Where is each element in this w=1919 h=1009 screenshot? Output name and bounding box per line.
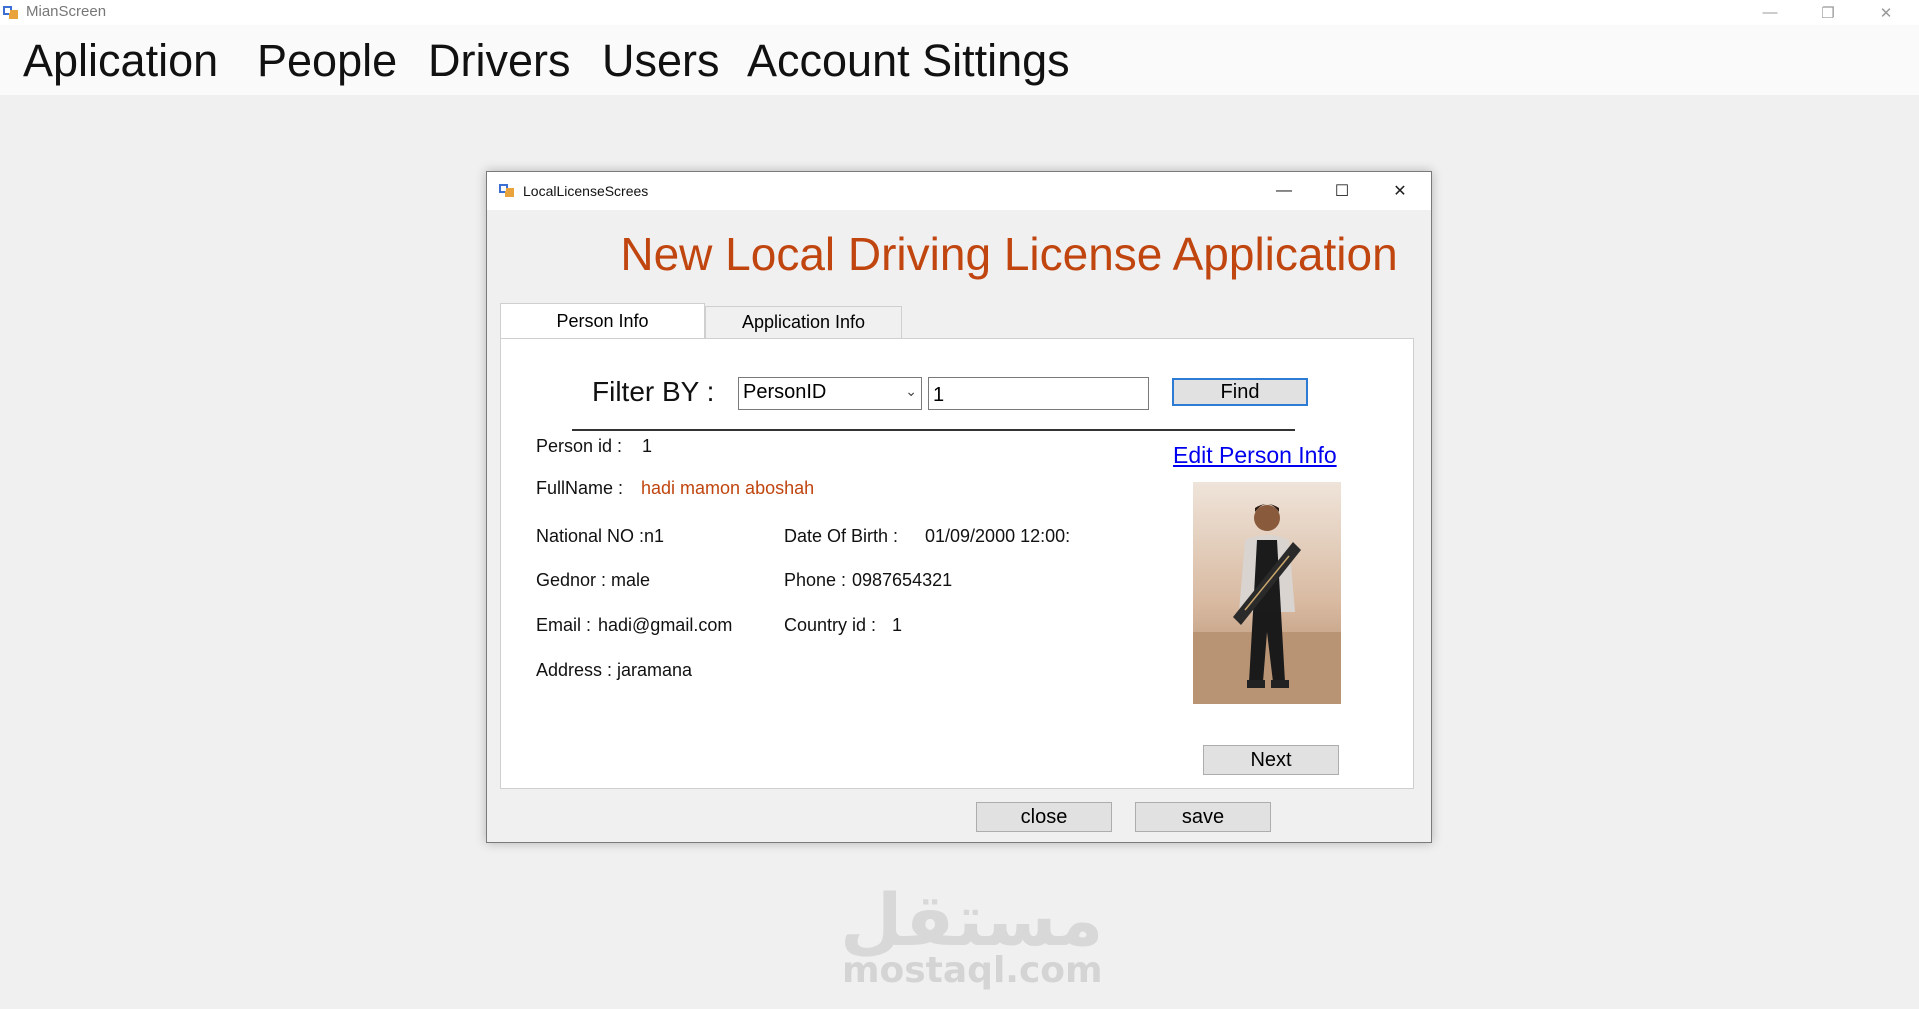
save-button[interactable]: save <box>1135 802 1271 832</box>
tab-application-info[interactable]: Application Info <box>705 306 902 338</box>
watermark-latin: mostaql.com <box>842 950 1103 991</box>
national-no-value: n1 <box>644 526 665 546</box>
gender-value: male <box>611 570 651 590</box>
dialog-title: LocalLicenseScrees <box>523 183 649 199</box>
app-icon <box>3 6 18 19</box>
chevron-down-icon: ⌄ <box>905 383 917 399</box>
phone-label: Phone : <box>784 570 847 590</box>
dob-value: 01/09/2000 12:00: <box>925 526 1071 546</box>
dob-label: Date Of Birth : <box>784 526 899 546</box>
address-value: jaramana <box>617 660 693 680</box>
address-label: Address : <box>536 660 613 680</box>
filter-select[interactable]: PersonID ⌄ <box>738 377 922 410</box>
person-info-panel: Filter BY : PersonID ⌄ Find Person id : … <box>500 338 1414 789</box>
window-title: MianScreen <box>26 3 107 20</box>
dialog-minimize-icon[interactable]: — <box>1255 172 1313 210</box>
phone-value: 0987654321 <box>852 570 953 590</box>
tab-person-info[interactable]: Person Info <box>500 303 705 338</box>
menu-item-users[interactable]: Users <box>602 36 720 86</box>
close-button[interactable]: close <box>976 802 1112 832</box>
menu-item-account-settings[interactable]: Account Sittings <box>747 36 1070 86</box>
country-id-value: 1 <box>892 615 903 635</box>
dialog-titlebar: LocalLicenseScrees — ☐ ✕ <box>487 172 1431 210</box>
email-label: Email : <box>536 615 592 635</box>
filter-input[interactable] <box>928 377 1149 410</box>
country-id-label: Country id : <box>784 615 877 635</box>
dialog-app-icon <box>499 184 514 197</box>
menu-bar: Aplication People Drivers Users Account … <box>0 25 1919 95</box>
filter-label: Filter BY : <box>592 376 715 407</box>
fullname-value: hadi mamon aboshah <box>641 478 815 498</box>
local-license-dialog: LocalLicenseScrees — ☐ ✕ New Local Drivi… <box>486 171 1432 843</box>
minimize-icon[interactable]: — <box>1742 0 1798 25</box>
person-photo <box>1193 482 1341 704</box>
person-id-value: 1 <box>642 436 653 456</box>
person-id-label: Person id : <box>536 436 623 456</box>
menu-item-aplication[interactable]: Aplication <box>23 36 218 86</box>
dialog-maximize-icon[interactable]: ☐ <box>1313 172 1371 210</box>
fullname-label: FullName : <box>536 478 624 498</box>
next-button[interactable]: Next <box>1203 745 1339 775</box>
filter-select-value: PersonID <box>743 381 827 403</box>
find-button[interactable]: Find <box>1172 378 1308 406</box>
national-no-label: National NO : <box>536 526 645 546</box>
dialog-close-icon[interactable]: ✕ <box>1371 172 1429 210</box>
gender-label: Gednor : <box>536 570 607 590</box>
main-titlebar: MianScreen — ❐ ✕ <box>0 0 1919 25</box>
email-value: hadi@gmail.com <box>598 615 733 635</box>
menu-item-people[interactable]: People <box>257 36 397 86</box>
menu-item-drivers[interactable]: Drivers <box>428 36 571 86</box>
close-window-icon[interactable]: ✕ <box>1858 0 1914 25</box>
divider <box>572 429 1295 431</box>
page-title: New Local Driving License Application <box>620 228 1398 280</box>
edit-person-info-link[interactable]: Edit Person Info <box>1173 442 1337 469</box>
restore-icon[interactable]: ❐ <box>1800 0 1856 25</box>
